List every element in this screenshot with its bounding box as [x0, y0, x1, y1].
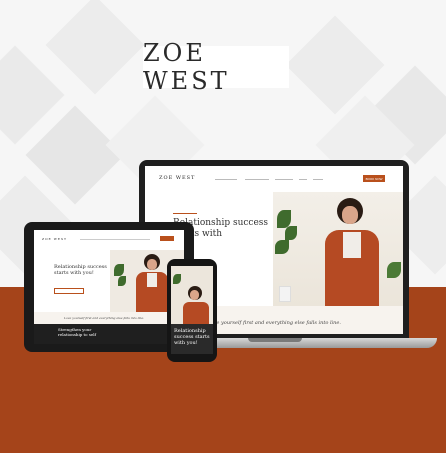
- tablet-hero-heading: Relationship success starts with you!: [54, 264, 107, 276]
- laptop-nav-item[interactable]: [313, 179, 323, 180]
- hero-accent-line: [173, 213, 197, 214]
- phone-hero-heading: Relationship success starts with you!: [174, 328, 210, 346]
- book-now-button[interactable]: BOOK NOW: [363, 175, 385, 182]
- tablet-screen: ZOE WEST Relationship success starts wit…: [34, 230, 184, 344]
- laptop-nav-item[interactable]: [215, 179, 237, 180]
- laptop-quote: love yourself first and everything else …: [209, 320, 341, 326]
- tablet-quote: Love yourself first and everything else …: [64, 316, 145, 320]
- tablet-hero-button[interactable]: [54, 288, 84, 294]
- tablet-book-button[interactable]: [160, 236, 174, 241]
- phone-hero-photo: [171, 266, 213, 324]
- laptop-hero-photo: [273, 192, 403, 306]
- laptop-nav: ZOE WEST BOOK NOW: [145, 166, 403, 192]
- brand-logo-box: ZOE WEST: [143, 39, 289, 95]
- phone-screen: Relationship success starts with you!: [171, 266, 213, 354]
- laptop-notch: [248, 338, 302, 342]
- tablet-nav-links[interactable]: [80, 239, 150, 240]
- tablet-sub-section: [34, 324, 184, 344]
- tablet-nav-logo: ZOE WEST: [42, 237, 68, 241]
- tablet-sub-heading: Strengthen your relationship to self: [58, 327, 97, 337]
- laptop-nav-item[interactable]: [245, 179, 269, 180]
- laptop-nav-item[interactable]: [299, 179, 307, 180]
- brand-logo: ZOE WEST: [143, 39, 230, 95]
- laptop-nav-item[interactable]: [275, 179, 293, 180]
- laptop-nav-logo: ZOE WEST: [159, 175, 196, 181]
